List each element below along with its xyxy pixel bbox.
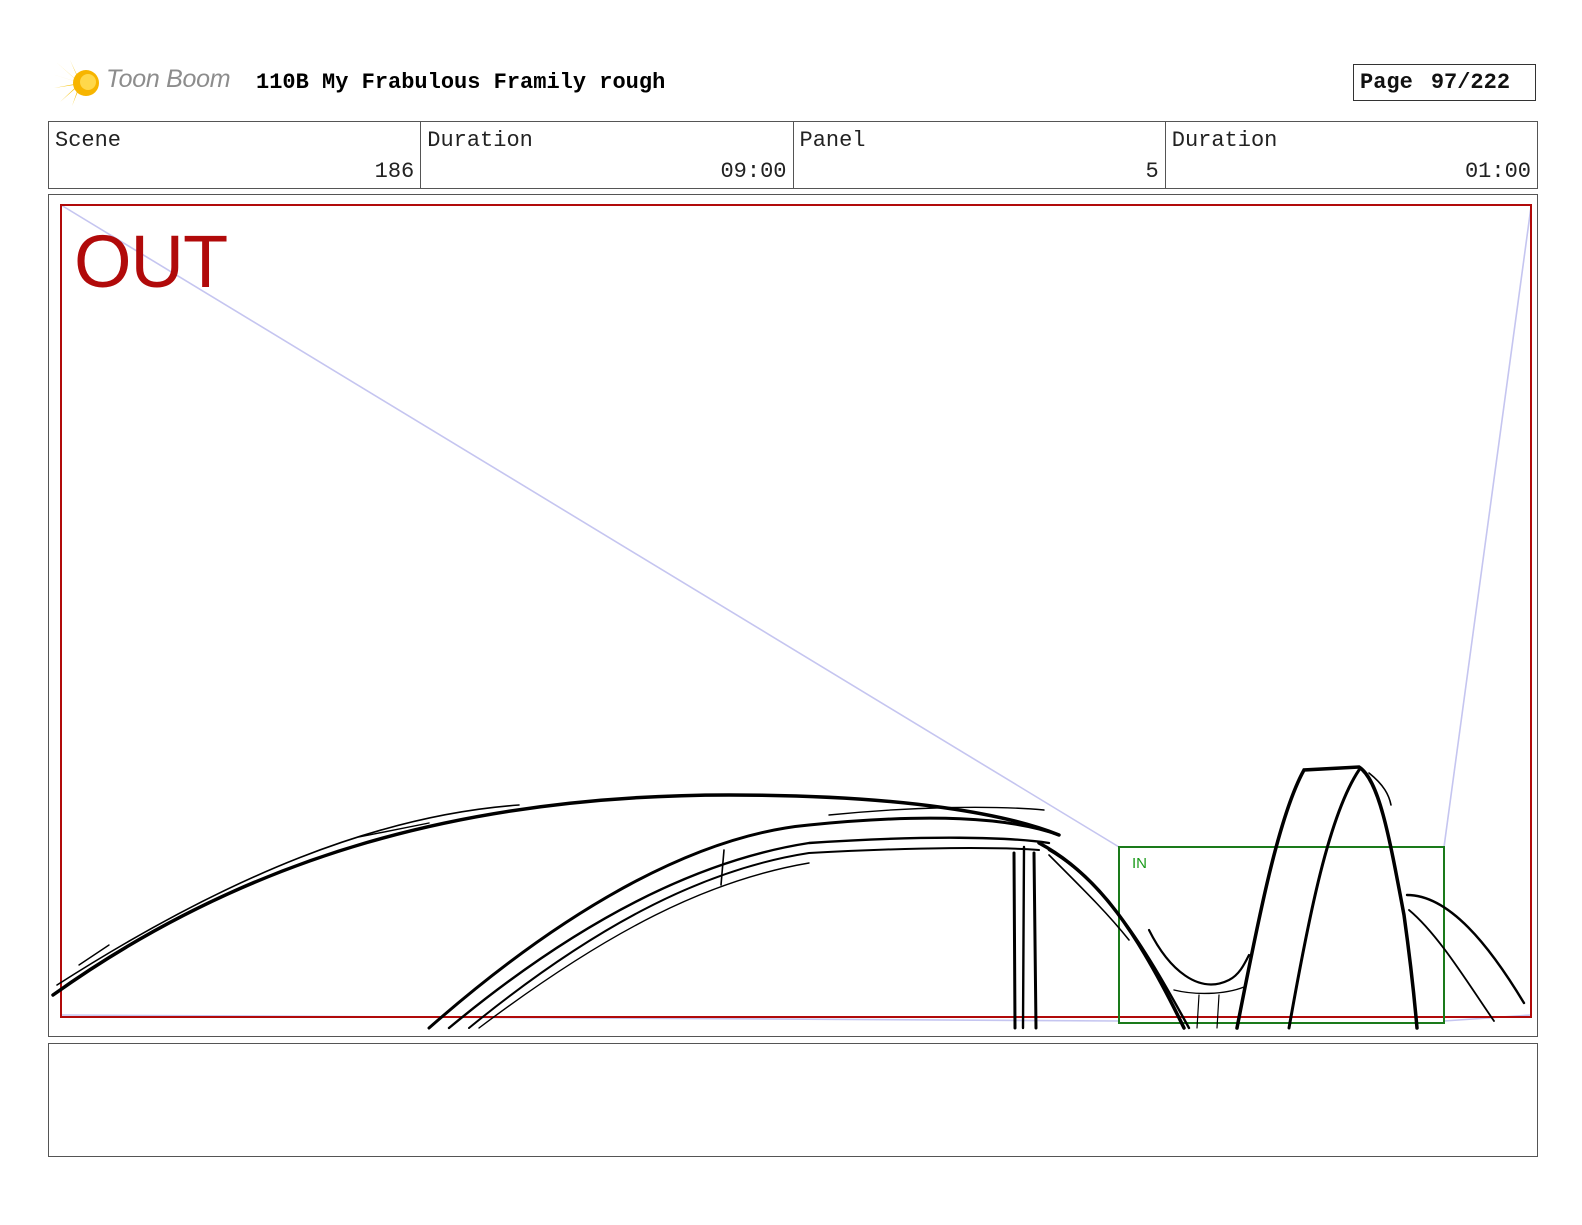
out-frame xyxy=(60,204,1532,1018)
panel-duration-cell: Duration 01:00 xyxy=(1166,122,1537,188)
panel-duration-label: Duration xyxy=(1171,128,1278,153)
rough-sketch xyxy=(51,765,1526,1030)
panel-cell: Panel 5 xyxy=(794,122,1166,188)
scene-label: Scene xyxy=(55,128,122,153)
in-frame-label: IN xyxy=(1132,855,1147,872)
document-title: 110B My Frabulous Framily rough xyxy=(256,70,666,95)
page-number: 97/222 xyxy=(1430,70,1511,95)
panel-value: 5 xyxy=(1145,159,1159,184)
camera-path-lines xyxy=(60,204,1532,1022)
scene-duration-cell: Duration 09:00 xyxy=(421,122,794,188)
toon-boom-logo: Toon Boom xyxy=(52,56,242,110)
storyboard-panel: OUT IN xyxy=(48,194,1538,1037)
scene-info-table: Scene 186 Duration 09:00 Panel 5 Duratio… xyxy=(48,121,1538,189)
scene-duration-label: Duration xyxy=(427,128,533,153)
panel-label: Panel xyxy=(799,128,866,153)
logo-text: Toon Boom xyxy=(106,65,231,93)
sunburst-icon xyxy=(52,60,99,106)
scene-duration-value: 09:00 xyxy=(720,159,787,184)
scene-value: 186 xyxy=(374,159,415,184)
panel-duration-value: 01:00 xyxy=(1464,159,1531,184)
page-label: Page xyxy=(1360,70,1413,95)
panel-notes-box xyxy=(48,1043,1538,1157)
panel-drawing xyxy=(51,204,1532,1030)
out-frame-label: OUT xyxy=(74,220,228,303)
page-indicator: Page 97/222 xyxy=(1353,64,1536,101)
scene-cell: Scene 186 xyxy=(49,122,422,188)
